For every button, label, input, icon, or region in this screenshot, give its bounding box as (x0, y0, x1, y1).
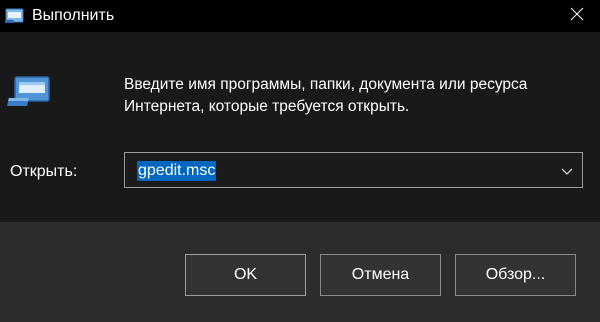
dialog-content: Введите имя программы, папки, документа … (0, 32, 600, 222)
title-bar: Выполнить (0, 0, 600, 32)
run-dialog: Выполнить Введите имя программы, папки, … (0, 0, 600, 322)
open-combobox[interactable]: gpedit.msc (124, 152, 583, 188)
chevron-down-icon[interactable] (558, 162, 576, 180)
open-input-value[interactable]: gpedit.msc (137, 161, 217, 181)
open-label: Открыть: (10, 163, 78, 180)
close-icon (570, 7, 584, 26)
run-app-icon (5, 7, 25, 25)
cancel-button[interactable]: Отмена (320, 254, 441, 296)
button-bar: OK Отмена Обзор... (0, 222, 600, 322)
browse-button[interactable]: Обзор... (455, 254, 576, 296)
window-title: Выполнить (32, 7, 115, 24)
run-description: Введите имя программы, папки, документа … (124, 76, 528, 115)
run-icon (7, 74, 53, 110)
ok-button[interactable]: OK (185, 254, 306, 296)
close-button[interactable] (554, 0, 600, 32)
